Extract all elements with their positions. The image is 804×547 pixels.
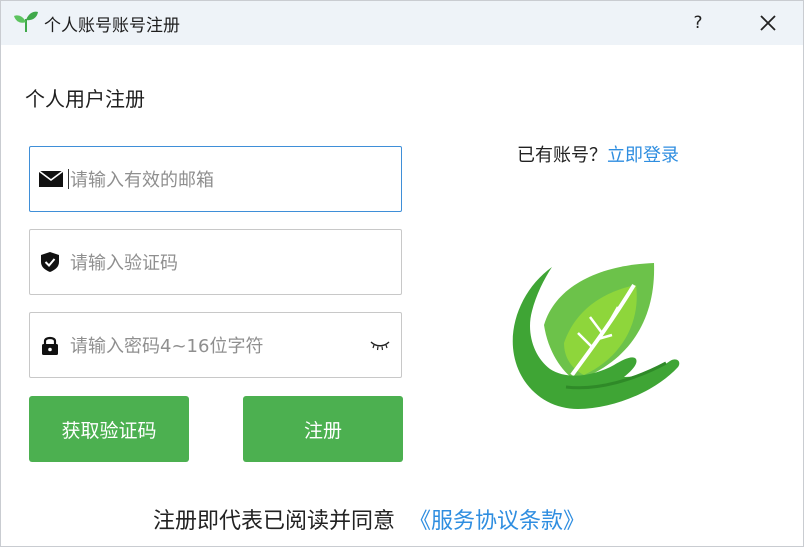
registration-window: 个人账号账号注册 ? 个人用户注册 请输入有效的邮箱 请输入验证码 获取验证码 … — [0, 0, 804, 547]
lock-icon — [42, 336, 58, 355]
agreement-row: 注册即代表已阅读并同意 《服务协议条款》 — [153, 503, 585, 535]
login-prompt-text: 已有账号？ — [517, 145, 607, 166]
email-field[interactable] — [29, 146, 402, 212]
shield-check-icon — [41, 252, 59, 272]
email-input[interactable] — [68, 161, 372, 199]
leaf-hand-logo — [512, 263, 680, 409]
register-button[interactable]: 注册 — [243, 396, 403, 462]
page-title: 个人用户注册 — [25, 87, 145, 111]
close-icon — [760, 15, 776, 31]
service-terms-link[interactable]: 《服务协议条款》 — [409, 509, 585, 534]
help-button[interactable]: ? — [677, 8, 719, 38]
verification-code-input[interactable] — [68, 244, 372, 282]
verification-code-field[interactable] — [29, 229, 402, 295]
close-button[interactable] — [747, 8, 789, 38]
password-input[interactable] — [68, 327, 372, 365]
window-title: 个人账号账号注册 — [44, 16, 180, 36]
title-bar[interactable]: 个人账号账号注册 ? — [1, 1, 803, 45]
agreement-text: 注册即代表已阅读并同意 — [153, 509, 396, 534]
envelope-icon — [39, 170, 63, 187]
login-link[interactable]: 立即登录 — [607, 145, 679, 166]
sprout-icon — [14, 11, 38, 33]
get-code-button[interactable]: 获取验证码 — [29, 396, 189, 462]
eye-closed-icon[interactable] — [370, 339, 390, 351]
password-field[interactable] — [29, 312, 402, 378]
login-prompt-row: 已有账号？立即登录 — [517, 141, 679, 167]
